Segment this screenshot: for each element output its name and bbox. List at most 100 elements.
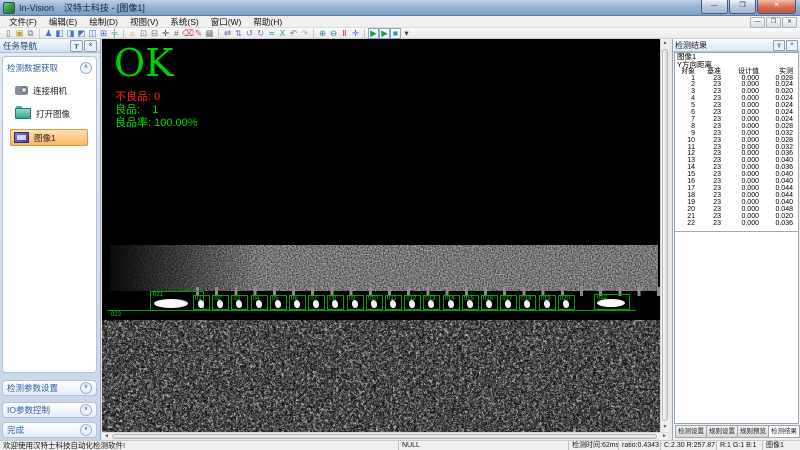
sidebar-item-connect-camera[interactable]: 连接相机 bbox=[15, 83, 92, 98]
maximize-button[interactable]: ❐ bbox=[729, 0, 756, 14]
display-icon[interactable]: ⊟ bbox=[149, 28, 160, 39]
scroll-right-icon[interactable]: ► bbox=[660, 433, 669, 440]
menu-item[interactable]: 窗口(W) bbox=[205, 16, 248, 28]
solder-blob bbox=[154, 299, 188, 308]
toolbar-more-icon[interactable]: ▾ bbox=[401, 28, 412, 39]
task-navigation-sidebar: 任务导航 ┰ × 检测数据获取 ∧ 连接相机 打开图像 图像1 检测参数设置∨I… bbox=[0, 39, 101, 440]
lead-label: 07 bbox=[310, 296, 317, 302]
tab-检测设置[interactable]: 检测设置 bbox=[675, 425, 707, 438]
lead-box: 014 bbox=[443, 295, 460, 310]
chevron-up-icon[interactable]: ∧ bbox=[80, 62, 92, 74]
scroll-up-icon[interactable]: ▲ bbox=[661, 39, 669, 48]
scroll-left-icon[interactable]: ◄ bbox=[102, 433, 111, 440]
strip-left-shadow bbox=[110, 245, 260, 291]
result-cell: 0.000 bbox=[721, 221, 759, 228]
pin-icon[interactable]: ┰ bbox=[70, 40, 83, 52]
chevron-down-icon[interactable]: ∨ bbox=[80, 404, 92, 416]
chevron-down-icon[interactable]: ∨ bbox=[80, 424, 92, 436]
import-icon[interactable]: ⧉ bbox=[25, 28, 36, 39]
image-canvas[interactable]: OK 不良品: 0 良品: 1 良品率: 100.00% 021 0102030… bbox=[102, 39, 660, 432]
results-list[interactable]: 图像1 Y方向距离 对象 基准 设计值 实测 1230.0000.0282230… bbox=[674, 52, 799, 424]
flip-vertical-icon[interactable]: ⇅ bbox=[233, 28, 244, 39]
menu-item[interactable]: 文件(F) bbox=[3, 16, 43, 28]
new-file-icon[interactable]: ▯ bbox=[3, 28, 14, 39]
roi-rect-icon[interactable]: ◧ bbox=[54, 28, 65, 39]
zoom-out-icon[interactable]: ⊖ bbox=[328, 28, 339, 39]
toolbar-separator bbox=[364, 29, 365, 38]
status-field: C:2.30 R:257.87 bbox=[660, 441, 716, 450]
menu-item[interactable]: 帮助(H) bbox=[247, 16, 288, 28]
vertical-scroll-thumb[interactable] bbox=[662, 49, 668, 421]
cross-cut-icon[interactable]: Ⅹ bbox=[277, 28, 288, 39]
mdi-window-controls: — ❐ ✕ bbox=[749, 17, 797, 28]
lead-label: 018 bbox=[521, 296, 531, 302]
run-continuous-icon[interactable]: ▶ bbox=[379, 28, 390, 39]
horizontal-scroll-thumb[interactable] bbox=[112, 434, 657, 439]
fit-width-icon[interactable]: ≍ bbox=[266, 28, 277, 39]
eraser-icon[interactable]: ⌫ bbox=[182, 28, 193, 39]
lead-label: 010 bbox=[368, 296, 378, 302]
mdi-minimize-button[interactable]: — bbox=[750, 17, 765, 28]
camera-user-icon[interactable]: ♟ bbox=[43, 28, 54, 39]
lead-box: 013 bbox=[423, 295, 440, 310]
crosshair-icon[interactable]: ✛ bbox=[160, 28, 171, 39]
picture-icon[interactable]: ▦ bbox=[204, 28, 215, 39]
zoom-100-icon[interactable]: ⊡ bbox=[138, 28, 149, 39]
close-button[interactable]: ✕ bbox=[757, 0, 796, 14]
zoom-in-icon[interactable]: ⊕ bbox=[317, 28, 328, 39]
mdi-close-button[interactable]: ✕ bbox=[782, 17, 797, 28]
menu-item[interactable]: 视图(V) bbox=[124, 16, 164, 28]
pen-icon[interactable]: ✎ bbox=[193, 28, 204, 39]
stop-icon[interactable]: ■ bbox=[390, 28, 401, 39]
sidebar-item-image1[interactable]: 图像1 bbox=[10, 129, 88, 146]
pin-icon[interactable]: ┰ bbox=[773, 40, 785, 51]
mdi-restore-button[interactable]: ❐ bbox=[766, 17, 781, 28]
roi-grid-icon[interactable]: ⊞ bbox=[98, 28, 109, 39]
flip-horizontal-icon[interactable]: ⇄ bbox=[222, 28, 233, 39]
redo-icon[interactable]: ↷ bbox=[299, 28, 310, 39]
rotate-right-icon[interactable]: ↻ bbox=[255, 28, 266, 39]
sidebar-section-2[interactable]: IO参数控制∨ bbox=[2, 402, 97, 418]
menu-item[interactable]: 系统(S) bbox=[164, 16, 204, 28]
run-icon[interactable]: ▶ bbox=[368, 28, 379, 39]
ok-result-text: OK bbox=[114, 41, 174, 85]
lead-label: 015 bbox=[464, 296, 474, 302]
sidebar-item-open-image[interactable]: 打开图像 bbox=[15, 106, 92, 121]
lead-box: 04 bbox=[251, 295, 268, 310]
results-panel-tabs: 检测设置规则设置规则预览检测结果 bbox=[675, 425, 800, 438]
sidebar-section-1[interactable]: 检测参数设置∨ bbox=[2, 380, 97, 396]
menu-item[interactable]: 绘制(D) bbox=[83, 16, 124, 28]
sidebar-section-3[interactable]: 完成∨ bbox=[2, 422, 97, 438]
section-header-data-acquisition[interactable]: 检测数据获取 ∧ bbox=[3, 57, 96, 75]
close-icon[interactable]: × bbox=[84, 40, 97, 52]
tab-检测结果[interactable]: 检测结果 bbox=[769, 425, 800, 438]
roi-rect2-icon[interactable]: ◨ bbox=[65, 28, 76, 39]
open-folder-icon bbox=[15, 108, 31, 119]
pause-icon[interactable]: Ⅱ bbox=[339, 28, 350, 39]
chevron-down-icon[interactable]: ∨ bbox=[80, 382, 92, 394]
lead-box: 020 bbox=[558, 295, 575, 310]
caliper-icon[interactable]: ╪ bbox=[109, 28, 120, 39]
undo-icon[interactable]: ↶ bbox=[288, 28, 299, 39]
lead-box: 08 bbox=[327, 295, 344, 310]
menu-item[interactable]: 编辑(E) bbox=[43, 16, 83, 28]
tab-规则预览[interactable]: 规则预览 bbox=[738, 425, 769, 438]
scroll-down-icon[interactable]: ▼ bbox=[661, 423, 669, 432]
results-panel: 检测结果 ┰ × 图像1 Y方向距离 对象 基准 设计值 实测 1230.000… bbox=[672, 39, 800, 440]
roi-rect3-icon[interactable]: ◩ bbox=[76, 28, 87, 39]
grid-icon[interactable]: # bbox=[171, 28, 182, 39]
vertical-scrollbar[interactable]: ▲ ▼ bbox=[660, 39, 669, 432]
open-file-icon[interactable]: ▣ bbox=[14, 28, 25, 39]
tab-规则设置[interactable]: 规则设置 bbox=[707, 425, 738, 438]
horizontal-scrollbar[interactable]: ◄ ► bbox=[102, 432, 669, 440]
close-icon[interactable]: × bbox=[786, 40, 798, 51]
menu-bar: 文件(F)编辑(E)绘制(D)视图(V)系统(S)窗口(W)帮助(H) bbox=[0, 16, 800, 28]
status-bar: 欢迎使用汉特士科技自动化检测软件! NULL检测时间:62msratio:0.4… bbox=[0, 440, 800, 450]
move-icon[interactable]: ✛ bbox=[350, 28, 361, 39]
lead-label: 014 bbox=[445, 296, 455, 302]
light-icon[interactable]: ☼ bbox=[127, 28, 138, 39]
rotate-left-icon[interactable]: ↺ bbox=[244, 28, 255, 39]
minimize-button[interactable]: — bbox=[701, 0, 728, 14]
lead-label: 04 bbox=[253, 296, 260, 302]
roi-rect4-icon[interactable]: ◫ bbox=[87, 28, 98, 39]
